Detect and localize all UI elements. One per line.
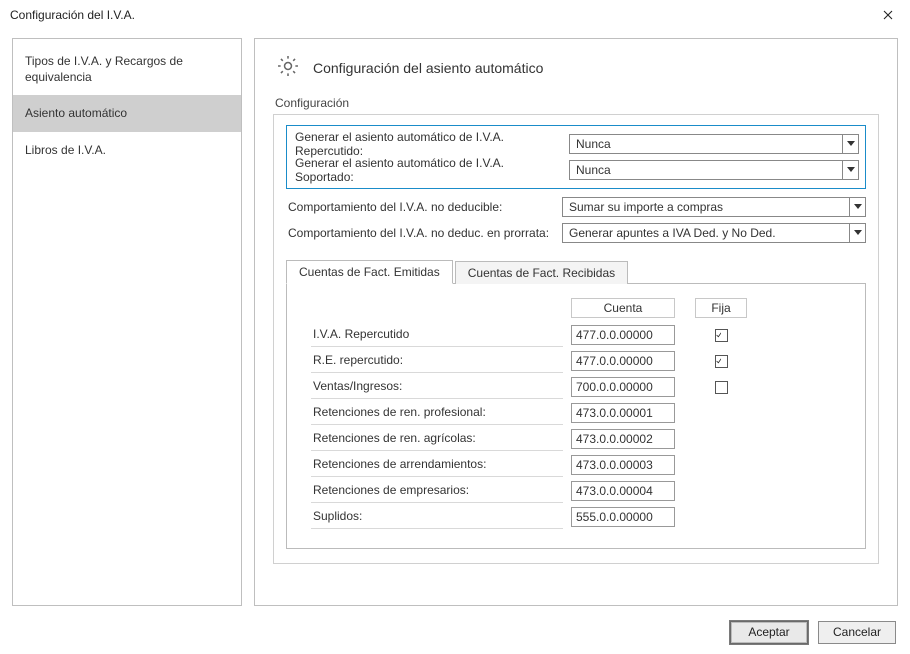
account-label: I.V.A. Repercutido [311, 324, 563, 347]
tab-panel: Cuenta Fija I.V.A. Repercutido 477.0.0.00… [286, 283, 866, 549]
account-input[interactable]: 473.0.0.00002 [571, 429, 675, 449]
select-value: Generar apuntes a IVA Ded. y No Ded. [569, 226, 776, 240]
tab-cuentas-recibidas[interactable]: Cuentas de Fact. Recibidas [455, 261, 628, 284]
select-value: Nunca [576, 137, 611, 151]
sidebar-item-label: Tipos de I.V.A. y Recargos de equivalenc… [25, 54, 183, 84]
sidebar-item-asiento-automatico[interactable]: Asiento automático [13, 95, 241, 131]
account-row: I.V.A. Repercutido 477.0.0.00000 [311, 322, 847, 348]
select-no-deducible[interactable]: Sumar su importe a compras [562, 197, 866, 217]
select-soportado[interactable]: Nunca [569, 160, 859, 180]
account-row: Retenciones de empresarios: 473.0.0.00004 [311, 478, 847, 504]
sidebar-item-tipos-iva[interactable]: Tipos de I.V.A. y Recargos de equivalenc… [13, 43, 241, 95]
account-label: R.E. repercutido: [311, 350, 563, 373]
close-button[interactable] [866, 0, 910, 30]
window-title: Configuración del I.V.A. [10, 8, 135, 22]
sidebar-item-label: Libros de I.V.A. [25, 143, 106, 157]
chevron-down-icon [849, 224, 865, 242]
tab-label: Cuentas de Fact. Recibidas [468, 266, 615, 280]
section-label: Configuración [273, 96, 879, 110]
sidebar-item-libros-iva[interactable]: Libros de I.V.A. [13, 132, 241, 168]
content-panel: Configuración del asiento automático Con… [254, 38, 898, 606]
account-row: Retenciones de arrendamientos: 473.0.0.00… [311, 452, 847, 478]
chevron-down-icon [842, 135, 858, 153]
field-label-prorrata: Comportamiento del I.V.A. no deduc. en p… [286, 226, 554, 240]
tab-label: Cuentas de Fact. Emitidas [299, 265, 440, 279]
fija-checkbox[interactable] [715, 329, 728, 342]
account-input[interactable]: 477.0.0.00000 [571, 351, 675, 371]
account-input[interactable]: 473.0.0.00003 [571, 455, 675, 475]
account-label: Retenciones de ren. profesional: [311, 402, 563, 425]
account-row: Retenciones de ren. profesional: 473.0.0.… [311, 400, 847, 426]
account-input[interactable]: 555.0.0.00000 [571, 507, 675, 527]
account-label: Ventas/Ingresos: [311, 376, 563, 399]
account-label: Retenciones de empresarios: [311, 480, 563, 503]
account-fija-cell [695, 381, 747, 394]
field-label-soportado: Generar el asiento automático de I.V.A. … [293, 156, 561, 184]
sidebar-item-label: Asiento automático [25, 106, 127, 120]
accept-button[interactable]: Aceptar [730, 621, 808, 644]
select-prorrata[interactable]: Generar apuntes a IVA Ded. y No Ded. [562, 223, 866, 243]
select-value: Sumar su importe a compras [569, 200, 723, 214]
account-label: Suplidos: [311, 506, 563, 529]
account-fija-cell [695, 329, 747, 342]
button-label: Cancelar [833, 625, 881, 639]
highlighted-config-block: Generar el asiento automático de I.V.A. … [286, 125, 866, 189]
cancel-button[interactable]: Cancelar [818, 621, 896, 644]
chevron-down-icon [842, 161, 858, 179]
chevron-down-icon [849, 198, 865, 216]
account-fija-cell [695, 355, 747, 368]
column-header-cuenta: Cuenta [571, 298, 675, 318]
select-repercutido[interactable]: Nunca [569, 134, 859, 154]
field-label-repercutido: Generar el asiento automático de I.V.A. … [293, 130, 561, 158]
account-row: Ventas/Ingresos: 700.0.0.00000 [311, 374, 847, 400]
fija-checkbox[interactable] [715, 355, 728, 368]
close-icon [883, 10, 893, 20]
column-header-fija: Fija [695, 298, 747, 318]
account-input[interactable]: 473.0.0.00001 [571, 403, 675, 423]
account-input[interactable]: 477.0.0.00000 [571, 325, 675, 345]
account-input[interactable]: 700.0.0.00000 [571, 377, 675, 397]
account-row: R.E. repercutido: 477.0.0.00000 [311, 348, 847, 374]
config-group: Generar el asiento automático de I.V.A. … [273, 114, 879, 564]
page-title: Configuración del asiento automático [313, 60, 543, 76]
account-label: Retenciones de ren. agrícolas: [311, 428, 563, 451]
button-label: Aceptar [748, 625, 789, 639]
select-value: Nunca [576, 163, 611, 177]
account-row: Suplidos: 555.0.0.00000 [311, 504, 847, 530]
tab-strip: Cuentas de Fact. Emitidas Cuentas de Fac… [286, 260, 866, 284]
sidebar: Tipos de I.V.A. y Recargos de equivalenc… [12, 38, 242, 606]
gear-icon [275, 53, 301, 82]
field-label-no-deducible: Comportamiento del I.V.A. no deducible: [286, 200, 554, 214]
tab-cuentas-emitidas[interactable]: Cuentas de Fact. Emitidas [286, 260, 453, 284]
fija-checkbox[interactable] [715, 381, 728, 394]
account-row: Retenciones de ren. agrícolas: 473.0.0.00… [311, 426, 847, 452]
account-input[interactable]: 473.0.0.00004 [571, 481, 675, 501]
account-label: Retenciones de arrendamientos: [311, 454, 563, 477]
